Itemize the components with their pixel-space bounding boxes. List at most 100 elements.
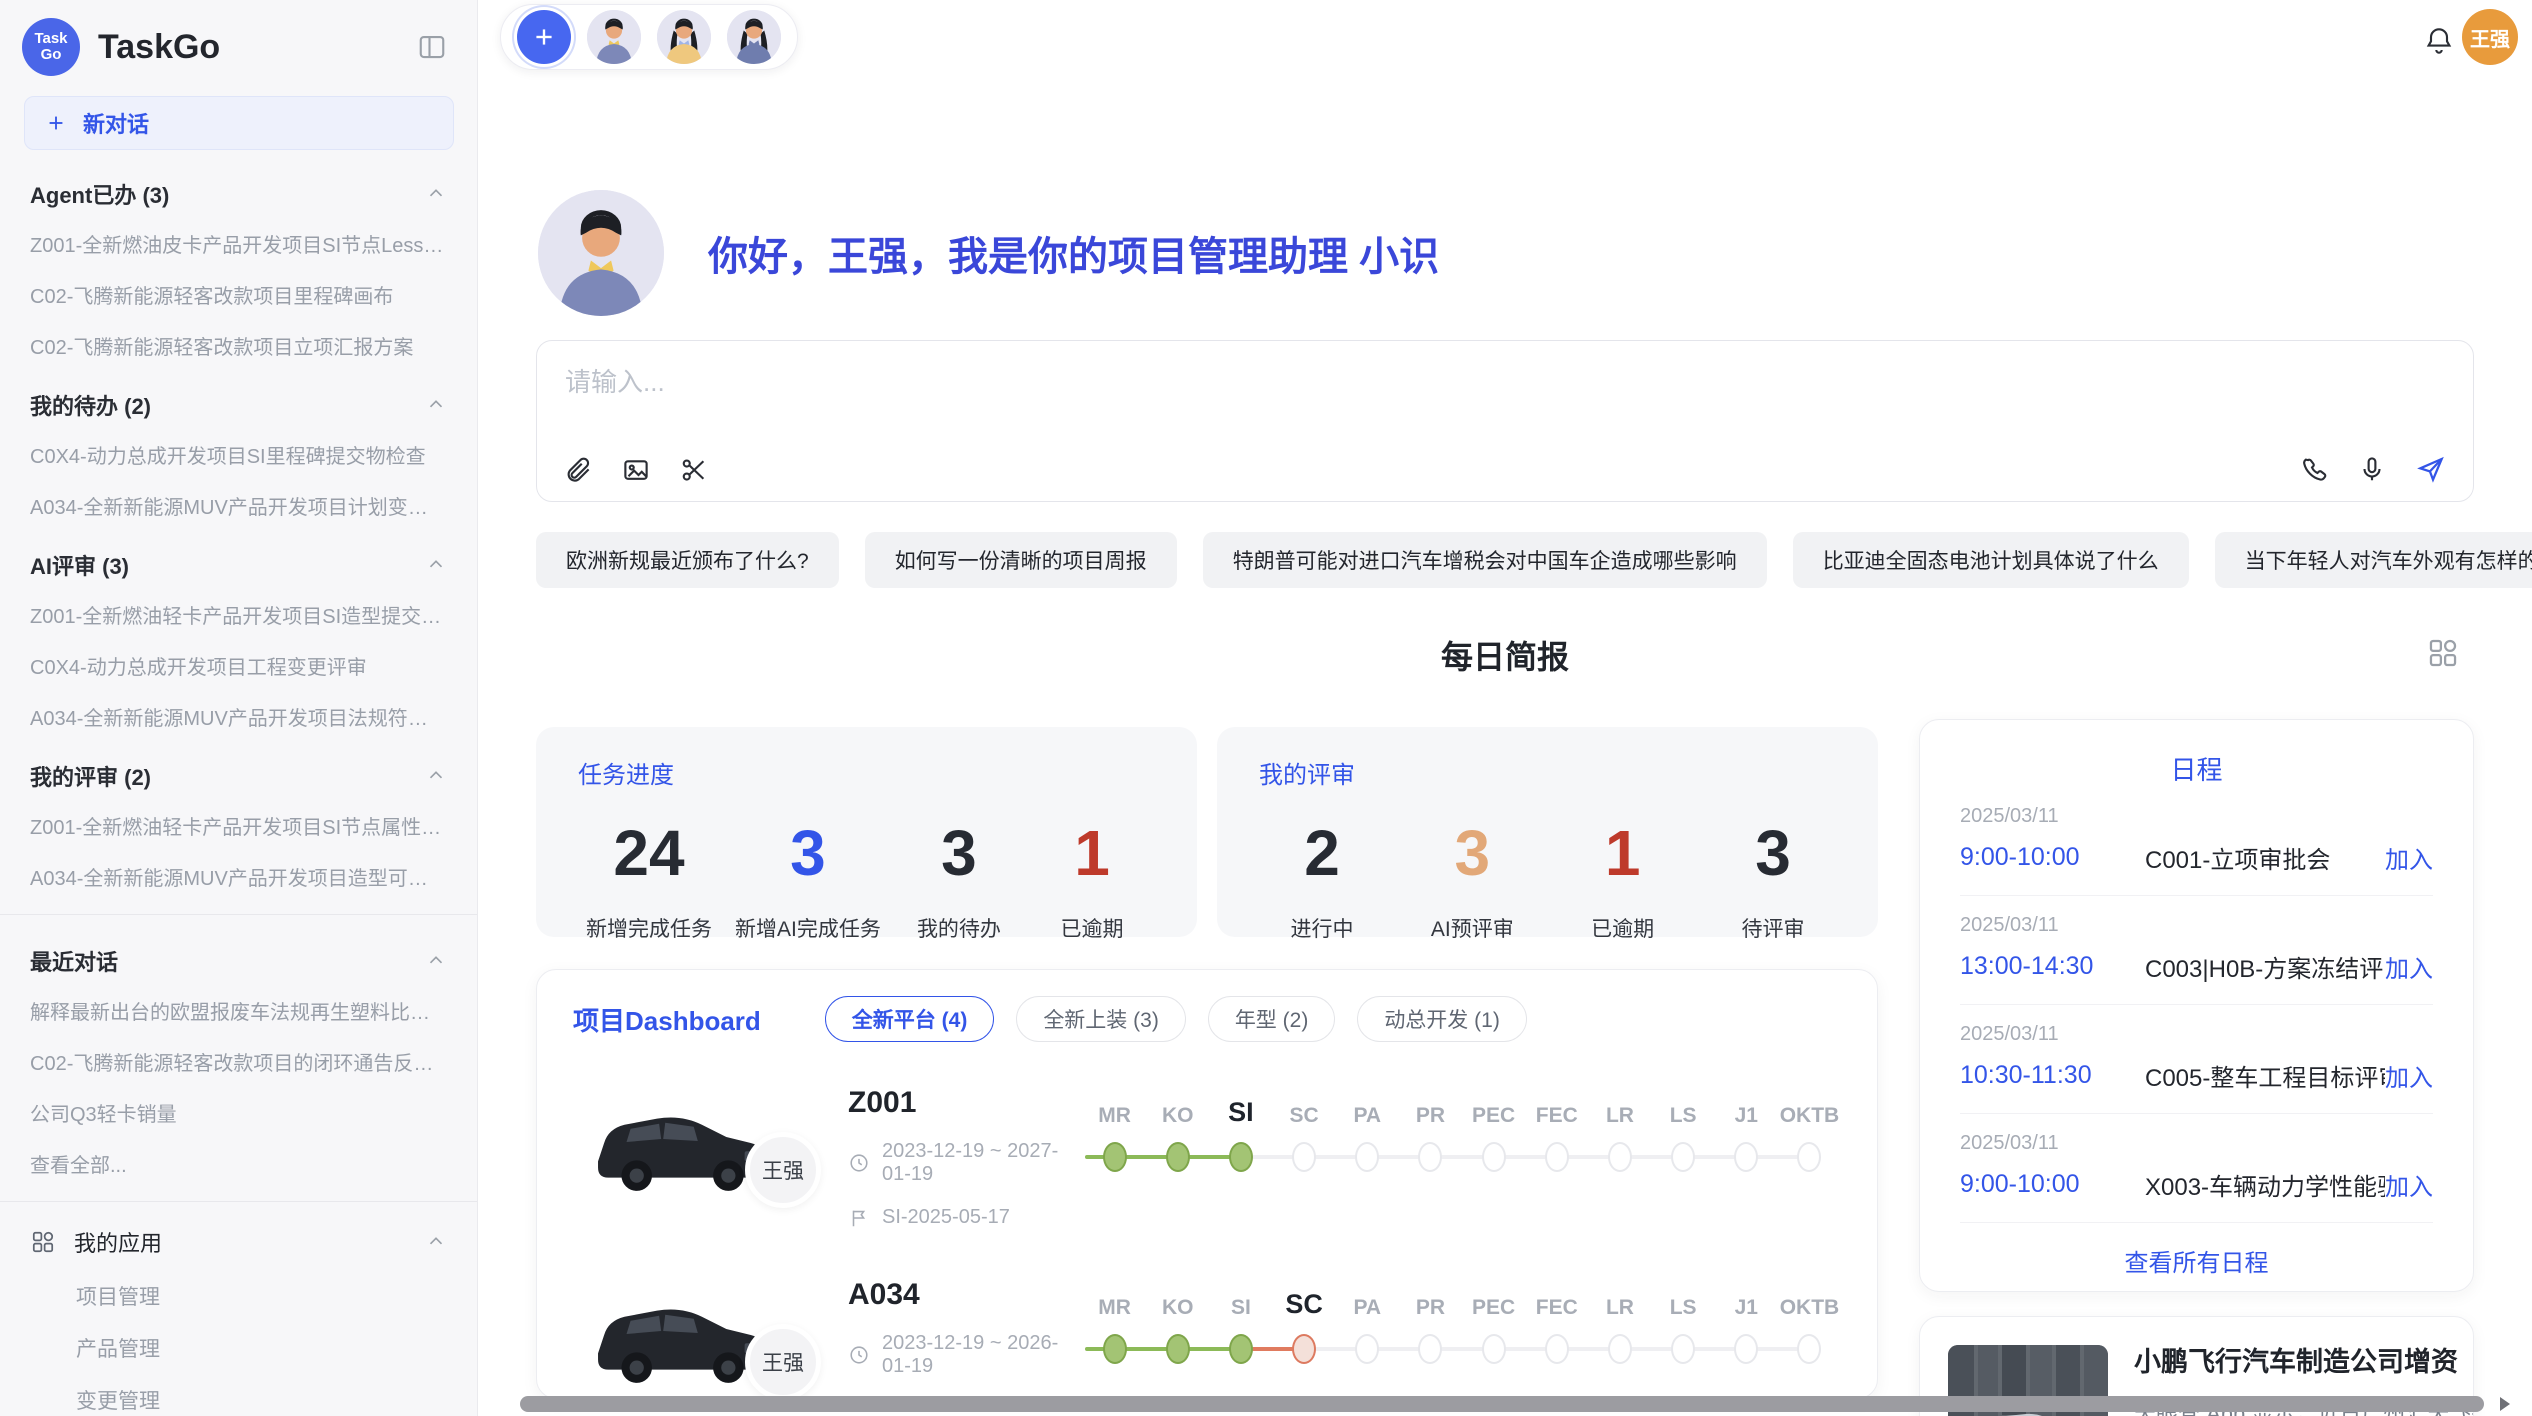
stat-value: 2: [1267, 820, 1377, 887]
milestone: LS: [1652, 1088, 1715, 1172]
dashboard-filter[interactable]: 动总开发 (1): [1357, 996, 1527, 1042]
insert-image-icon[interactable]: [621, 455, 651, 485]
sidebar-item[interactable]: C02-飞腾新能源轻客改款项目里程碑画布: [0, 269, 477, 320]
schedule-card: 日程 2025/03/11 9:00-10:00 C001-立项审批会 加入 2…: [1919, 719, 2474, 1292]
milestone-dot: [1103, 1334, 1127, 1364]
milestone-dot: [1229, 1142, 1253, 1172]
sidebar-item[interactable]: 解释最新出台的欧盟报废车法规再生塑料比例被调至15%...: [0, 985, 477, 1036]
sidebar-item[interactable]: Z001-全新燃油轻卡产品开发项目SI造型提交物评审: [0, 589, 477, 640]
divider: [0, 1201, 477, 1202]
milestone-dot: [1545, 1334, 1569, 1364]
suggestion-chip[interactable]: 特朗普可能对进口汽车增税会对中国车企造成哪些影响: [1203, 532, 1767, 588]
milestone-dot: [1797, 1142, 1821, 1172]
view-all-conversations-link[interactable]: 查看全部...: [0, 1138, 477, 1189]
stat-value: 3: [735, 820, 881, 887]
greeting: 你好，王强，我是你的项目管理助理 小识: [538, 190, 1439, 316]
stat: 3 AI预评审: [1417, 820, 1527, 943]
greeting-text: 你好，王强，我是你的项目管理助理 小识: [708, 224, 1439, 282]
sidebar-item[interactable]: C02-飞腾新能源轻客改款项目的闭环通告反馈情况: [0, 1036, 477, 1087]
sidebar-section-header[interactable]: Agent已办 (3): [0, 160, 477, 218]
milestone: OKTB: [1778, 1088, 1841, 1172]
avatar[interactable]: [727, 10, 781, 64]
my-apps-submenu: 项目管理产品管理变更管理查看全部...: [0, 1270, 477, 1416]
milestone: PA: [1336, 1088, 1399, 1172]
stat: 1 已逾期: [1568, 820, 1678, 943]
sidebar-subitem[interactable]: 产品管理: [0, 1322, 477, 1374]
milestone: LR: [1588, 1280, 1651, 1364]
schedule-time: 10:30-11:30: [1960, 1061, 2145, 1090]
stat-value: 1: [1037, 820, 1147, 887]
stat: 3 新增AI完成任务: [735, 820, 881, 943]
stat-value: 1: [1568, 820, 1678, 887]
sidebar-item[interactable]: A034-全新新能源MUV产品开发项目法规符合性评审: [0, 691, 477, 742]
scrollbar-arrow-icon[interactable]: [2500, 1397, 2510, 1411]
milestone-dot: [1482, 1334, 1506, 1364]
sidebar-subitem[interactable]: 项目管理: [0, 1270, 477, 1322]
suggestion-chip[interactable]: 如何写一份清晰的项目周报: [865, 532, 1177, 588]
sidebar-subitem[interactable]: 变更管理: [0, 1374, 477, 1416]
send-icon[interactable]: [2415, 453, 2447, 485]
milestone-label: FEC: [1536, 1088, 1578, 1128]
stat: 24 新增完成任务: [586, 820, 712, 943]
milestone-label: KO: [1162, 1280, 1194, 1320]
dashboard-filter[interactable]: 年型 (2): [1208, 996, 1336, 1042]
sidebar-item[interactable]: A034-全新新能源MUV产品开发项目造型可行性评审: [0, 851, 477, 902]
add-conversation-button[interactable]: [517, 10, 571, 64]
screenshot-scissors-icon[interactable]: [679, 455, 709, 485]
milestone: PR: [1399, 1280, 1462, 1364]
sidebar-item[interactable]: 公司Q3轻卡销量: [0, 1087, 477, 1138]
project-code[interactable]: A034: [848, 1278, 1083, 1312]
collapse-sidebar-icon[interactable]: [417, 32, 447, 62]
new-chat-button[interactable]: 新对话: [24, 96, 454, 150]
milestone-dot: [1734, 1334, 1758, 1364]
divider: [0, 914, 477, 915]
stat-label: 待评审: [1718, 913, 1828, 943]
suggestion-chip[interactable]: 当下年轻人对汽车外观有怎样的喜好趋势: [2215, 532, 2532, 588]
schedule-event-title: X003-车辆动力学性能验...: [2145, 1167, 2385, 1202]
milestone-label: PR: [1416, 1280, 1445, 1320]
stat: 3 待评审: [1718, 820, 1828, 943]
milestone-label: SC: [1290, 1088, 1319, 1128]
sidebar-section-header[interactable]: AI评审 (3): [0, 531, 477, 589]
schedule-item: 2025/03/11 9:00-10:00 C001-立项审批会 加入: [1960, 787, 2433, 896]
sidebar-item[interactable]: A034-全新新能源MUV产品开发项目计划变更表编写: [0, 480, 477, 531]
voice-call-icon[interactable]: [2299, 454, 2329, 484]
join-meeting-link[interactable]: 加入: [2385, 840, 2433, 875]
join-meeting-link[interactable]: 加入: [2385, 949, 2433, 984]
chevron-up-icon: [425, 1231, 447, 1253]
join-meeting-link[interactable]: 加入: [2385, 1058, 2433, 1093]
milestone-label: FEC: [1536, 1280, 1578, 1320]
sidebar-item[interactable]: C02-飞腾新能源轻客改款项目立项汇报方案: [0, 320, 477, 371]
dashboard-title: 项目Dashboard: [573, 1001, 761, 1038]
microphone-icon[interactable]: [2357, 454, 2387, 484]
project-code[interactable]: Z001: [848, 1086, 1083, 1120]
sidebar-section-header[interactable]: 我的评审 (2): [0, 742, 477, 800]
briefing-layout-icon[interactable]: [2426, 636, 2460, 670]
dashboard-filter[interactable]: 全新上装 (3): [1016, 996, 1186, 1042]
milestone-label: MR: [1098, 1088, 1131, 1128]
user-avatar[interactable]: 王强: [2462, 9, 2518, 65]
sidebar-item[interactable]: C0X4-动力总成开发项目SI里程碑提交物检查: [0, 429, 477, 480]
sidebar-section-header[interactable]: 最近对话: [0, 927, 477, 985]
join-meeting-link[interactable]: 加入: [2385, 1167, 2433, 1202]
suggestion-chip[interactable]: 比亚迪全固态电池计划具体说了什么: [1793, 532, 2189, 588]
attach-file-icon[interactable]: [563, 455, 593, 485]
horizontal-scrollbar[interactable]: [520, 1396, 2484, 1412]
chevron-up-icon: [425, 394, 447, 416]
sidebar-item[interactable]: Z001-全新燃油轻卡产品开发项目SI节点属性5D文件评审: [0, 800, 477, 851]
milestone-dot: [1418, 1142, 1442, 1172]
sidebar-item[interactable]: C0X4-动力总成开发项目工程变更评审: [0, 640, 477, 691]
dashboard-filter[interactable]: 全新平台 (4): [825, 996, 995, 1042]
suggestion-chip[interactable]: 欧洲新规最近颁布了什么?: [536, 532, 839, 588]
sidebar-item-my-apps[interactable]: 我的应用: [0, 1214, 477, 1270]
notification-bell-icon[interactable]: [2423, 24, 2455, 56]
sidebar-item[interactable]: Z001-全新燃油皮卡产品开发项目SI节点Lesson Learn报告: [0, 218, 477, 269]
project-dates: 2023-12-19 ~ 2026-01-19: [882, 1332, 1083, 1378]
view-all-schedule-link[interactable]: 查看所有日程: [2125, 1223, 2269, 1292]
avatar[interactable]: [657, 10, 711, 64]
milestone: SC: [1273, 1088, 1336, 1172]
avatar[interactable]: [587, 10, 641, 64]
schedule-event-title: C003|H0B-方案冻结评审: [2145, 949, 2385, 984]
message-input[interactable]: [565, 367, 2065, 398]
sidebar-section-header[interactable]: 我的待办 (2): [0, 371, 477, 429]
